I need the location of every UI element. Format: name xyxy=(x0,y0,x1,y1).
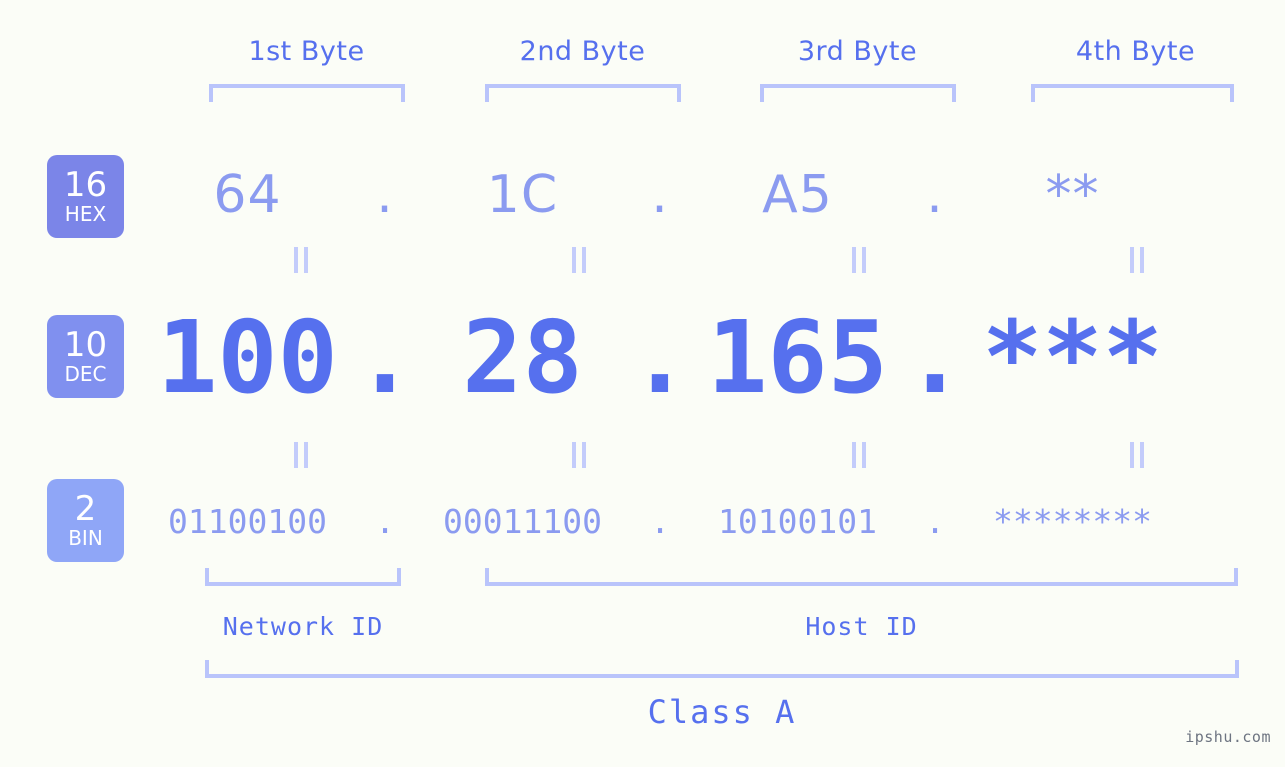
bin-dot-2: . xyxy=(650,501,670,541)
hex-dot-2: . xyxy=(651,165,669,225)
dec-dot-2: . xyxy=(629,298,691,416)
hex-value-row: 64 . 1C . A5 . ** xyxy=(150,152,1260,238)
equals-separator-dec-bin-4 xyxy=(1126,442,1148,468)
dec-byte-4: *** xyxy=(982,298,1163,416)
dec-dot-1: . xyxy=(354,298,416,416)
base-badge-bin-name: BIN xyxy=(68,525,103,550)
site-watermark: ipshu.com xyxy=(1185,728,1271,746)
hex-dot-3: . xyxy=(926,165,944,225)
byte-bracket-2 xyxy=(485,84,681,102)
equals-separator-dec-bin-1 xyxy=(290,442,312,468)
hex-byte-2: 1C xyxy=(486,165,559,225)
bin-byte-4: ******** xyxy=(993,501,1152,541)
equals-separator-dec-bin-2 xyxy=(568,442,590,468)
base-badge-hex-number: 16 xyxy=(63,164,108,205)
ip-address-breakdown-diagram: 1st Byte 2nd Byte 3rd Byte 4th Byte 16 H… xyxy=(0,0,1285,767)
host-id-label: Host ID xyxy=(805,612,918,641)
dec-byte-2: 28 xyxy=(462,298,583,416)
byte-header-3: 3rd Byte xyxy=(797,36,918,67)
class-label: Class A xyxy=(647,693,797,731)
class-bracket xyxy=(205,660,1239,678)
dec-value-row: 100 . 28 . 165 . *** xyxy=(150,297,1260,417)
hex-byte-4: ** xyxy=(1045,165,1100,225)
bin-dot-3: . xyxy=(925,501,945,541)
byte-header-2: 2nd Byte xyxy=(519,36,646,67)
base-badge-bin: 2 BIN xyxy=(47,479,124,562)
bin-value-row: 01100100 . 00011100 . 10100101 . *******… xyxy=(150,490,1260,552)
byte-bracket-1 xyxy=(209,84,405,102)
network-id-bracket xyxy=(205,568,401,586)
equals-separator-hex-dec-4 xyxy=(1126,247,1148,273)
base-badge-bin-number: 2 xyxy=(74,488,97,529)
equals-separator-hex-dec-1 xyxy=(290,247,312,273)
hex-dot-1: . xyxy=(376,165,394,225)
byte-bracket-3 xyxy=(760,84,956,102)
byte-header-1: 1st Byte xyxy=(248,36,365,67)
bin-byte-3: 10100101 xyxy=(718,501,877,541)
base-badge-dec-number: 10 xyxy=(63,324,108,365)
base-badge-hex-name: HEX xyxy=(64,201,107,226)
base-badge-dec-name: DEC xyxy=(64,361,107,386)
bin-byte-1: 01100100 xyxy=(168,501,327,541)
bin-dot-1: . xyxy=(375,501,395,541)
byte-header-4: 4th Byte xyxy=(1075,36,1196,67)
equals-separator-hex-dec-2 xyxy=(568,247,590,273)
equals-separator-hex-dec-3 xyxy=(848,247,870,273)
host-id-bracket xyxy=(485,568,1238,586)
dec-byte-3: 165 xyxy=(707,298,888,416)
base-badge-hex: 16 HEX xyxy=(47,155,124,238)
byte-bracket-4 xyxy=(1031,84,1234,102)
equals-separator-dec-bin-3 xyxy=(848,442,870,468)
network-id-label: Network ID xyxy=(222,612,384,641)
hex-byte-1: 64 xyxy=(213,165,282,225)
bin-byte-2: 00011100 xyxy=(443,501,602,541)
hex-byte-3: A5 xyxy=(762,165,833,225)
dec-byte-1: 100 xyxy=(157,298,338,416)
base-badge-dec: 10 DEC xyxy=(47,315,124,398)
dec-dot-3: . xyxy=(904,298,966,416)
